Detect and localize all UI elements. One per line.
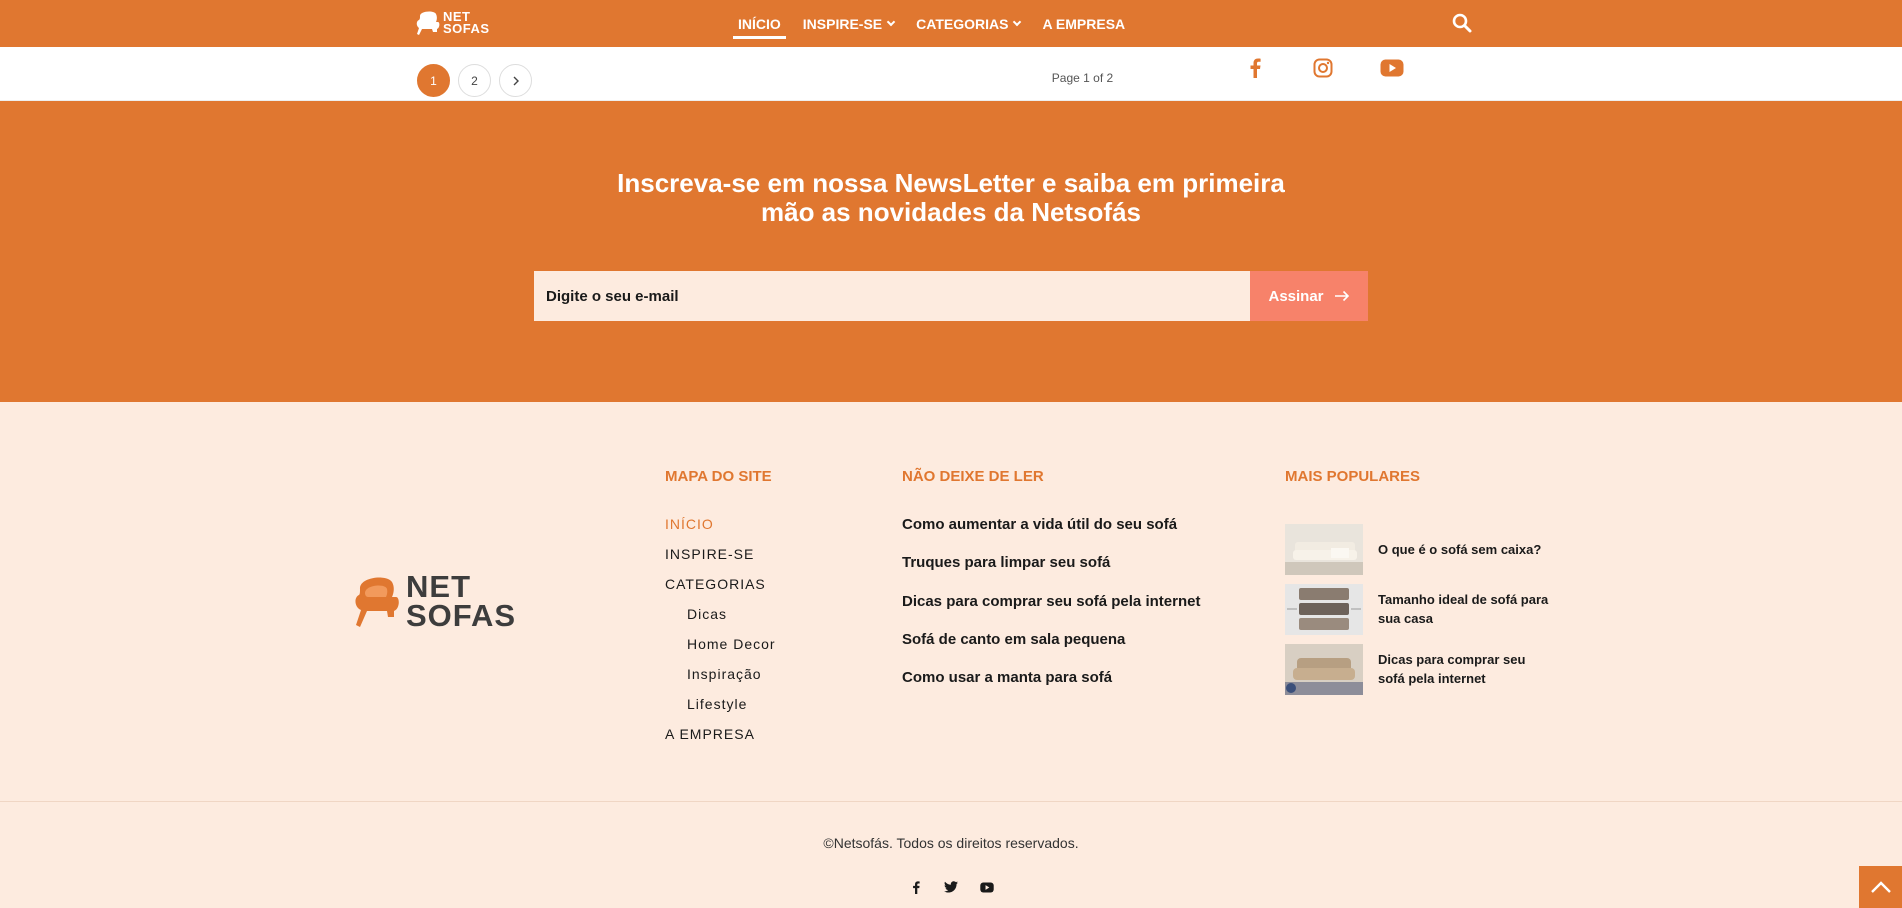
- sitemap-subitem[interactable]: Home Decor: [665, 636, 776, 666]
- sitemap-item[interactable]: INSPIRE-SE: [665, 546, 776, 576]
- scroll-to-top-button[interactable]: [1859, 866, 1902, 908]
- pagination-bar: 1 2 Page 1 of 2: [0, 47, 1902, 101]
- chevron-up-icon: [1870, 881, 1891, 893]
- must-read-link[interactable]: Dicas para comprar seu sofá pela interne…: [902, 593, 1200, 631]
- logo-line2: SOFAS: [406, 598, 517, 633]
- nav-label: CATEGORIAS: [916, 15, 1009, 32]
- must-read-link[interactable]: Sofá de canto em sala pequena: [902, 631, 1200, 669]
- search-icon[interactable]: [1451, 12, 1473, 34]
- nav-label: A EMPRESA: [1042, 15, 1126, 32]
- page-button-2[interactable]: 2: [458, 64, 491, 97]
- page-info: Page 1 of 2: [1051, 71, 1114, 85]
- chevron-down-icon: [886, 17, 896, 26]
- sitemap-list: INÍCIO INSPIRE-SE CATEGORIAS Dicas Home …: [665, 516, 776, 756]
- logo-line1: NET: [406, 569, 471, 604]
- sofa-logo-icon: [416, 11, 440, 35]
- sitemap-item[interactable]: CATEGORIAS: [665, 576, 776, 606]
- popular-list: O que é o sofá sem caixa? Tamanho ideal …: [1285, 519, 1553, 699]
- nav-label: INSPIRE-SE: [802, 15, 883, 32]
- popular-post-title[interactable]: Dicas para comprar seu sofá pela interne…: [1378, 650, 1553, 688]
- instagram-icon[interactable]: [1310, 55, 1336, 81]
- sitemap-item[interactable]: A EMPRESA: [665, 726, 776, 756]
- nav-label: INÍCIO: [738, 15, 781, 32]
- nav-item-categorias[interactable]: CATEGORIAS: [916, 0, 1022, 47]
- site-logo[interactable]: NET SOFAS: [416, 7, 490, 39]
- sofa-logo-icon: [355, 577, 399, 627]
- subscribe-label: Assinar: [1268, 287, 1324, 305]
- youtube-icon[interactable]: [1379, 55, 1405, 81]
- chevron-down-icon: [1013, 17, 1022, 26]
- popular-post[interactable]: Tamanho ideal de sofá para sua casa: [1285, 579, 1553, 639]
- page-number: 2: [471, 73, 478, 88]
- logo-line2: SOFAS: [443, 21, 490, 36]
- subscribe-button[interactable]: Assinar: [1250, 271, 1368, 321]
- logo-text: NET SOFAS: [406, 569, 517, 633]
- next-page-button[interactable]: [499, 64, 532, 97]
- newsletter-title: Inscreva-se em nossa NewsLetter e saiba …: [551, 169, 1351, 227]
- newsletter-title-line2: mão as novidades da Netsofás: [760, 197, 1142, 227]
- nav-item-inspire-se[interactable]: INSPIRE-SE: [802, 0, 896, 47]
- sitemap-heading: MAPA DO SITE: [665, 468, 772, 485]
- newsletter-section: Inscreva-se em nossa NewsLetter e saiba …: [0, 101, 1902, 402]
- post-thumbnail[interactable]: [1285, 523, 1363, 575]
- facebook-icon[interactable]: [906, 877, 926, 897]
- arrow-right-icon: [1334, 290, 1349, 302]
- must-read-link[interactable]: Truques para limpar seu sofá: [902, 554, 1200, 592]
- popular-post-title[interactable]: Tamanho ideal de sofá para sua casa: [1378, 590, 1553, 628]
- page-number: 1: [430, 73, 437, 88]
- sitemap-item[interactable]: INÍCIO: [665, 516, 776, 546]
- nav-item-a-empresa[interactable]: A EMPRESA: [1042, 0, 1125, 47]
- popular-post-title[interactable]: O que é o sofá sem caixa?: [1378, 540, 1553, 559]
- page-button-1[interactable]: 1: [417, 64, 450, 97]
- top-navbar: NET SOFAS INÍCIO INSPIRE-SE CATEGORIAS A…: [0, 0, 1902, 47]
- facebook-icon[interactable]: [1242, 55, 1268, 81]
- youtube-icon[interactable]: [977, 877, 997, 897]
- email-input[interactable]: [534, 271, 1250, 321]
- nav-item-inicio[interactable]: INÍCIO: [733, 0, 786, 47]
- post-thumbnail[interactable]: [1285, 583, 1363, 635]
- must-read-link[interactable]: Como usar a manta para sofá: [902, 669, 1200, 707]
- copyright-text: ©Netsofás. Todos os direitos reservados.: [823, 835, 1079, 851]
- post-thumbnail[interactable]: [1285, 643, 1363, 695]
- must-read-list: Como aumentar a vida útil do seu sofá Tr…: [902, 516, 1200, 707]
- sitemap-subitem[interactable]: Lifestyle: [665, 696, 776, 726]
- popular-post[interactable]: Dicas para comprar seu sofá pela interne…: [1285, 639, 1553, 699]
- footer-divider: [0, 801, 1902, 802]
- sitemap-subitem[interactable]: Inspiração: [665, 666, 776, 696]
- must-read-link[interactable]: Como aumentar a vida útil do seu sofá: [902, 516, 1200, 554]
- sitemap-subitem[interactable]: Dicas: [665, 606, 776, 636]
- newsletter-title-line1: Inscreva-se em nossa NewsLetter e saiba …: [617, 168, 1285, 198]
- twitter-icon[interactable]: [941, 877, 961, 897]
- logo-text: NET SOFAS: [443, 10, 490, 36]
- popular-heading: MAIS POPULARES: [1285, 468, 1421, 485]
- popular-post[interactable]: O que é o sofá sem caixa?: [1285, 519, 1553, 579]
- chevron-right-icon: [513, 76, 519, 85]
- main-nav: INÍCIO INSPIRE-SE CATEGORIAS A EMPRESA: [733, 0, 1147, 47]
- must-read-heading: NÃO DEIXE DE LER: [902, 468, 1044, 485]
- footer-logo[interactable]: NET SOFAS: [354, 569, 517, 633]
